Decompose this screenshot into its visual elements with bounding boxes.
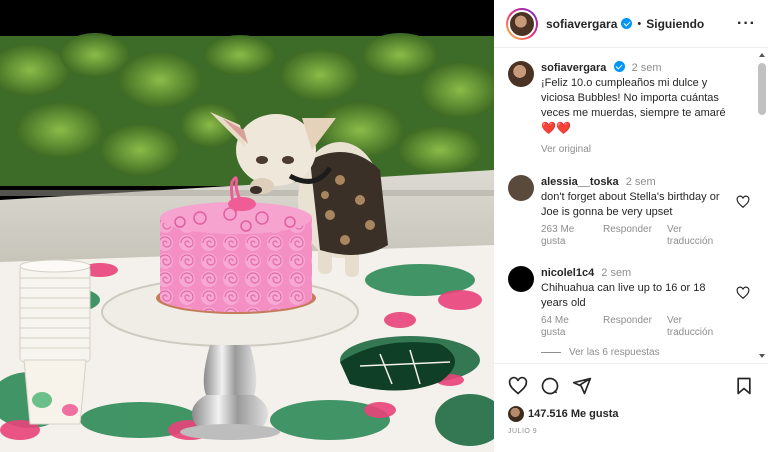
comment-likes-count[interactable]: 64 Me gusta: [541, 315, 585, 339]
scroll-up-arrow-icon[interactable]: [759, 53, 765, 57]
verified-badge-icon: [613, 61, 625, 72]
post-photo[interactable]: [0, 0, 494, 452]
comment-text: don't forget about Stella's birthday or …: [541, 191, 720, 218]
caption-time[interactable]: 2 sem: [632, 62, 662, 74]
likes-count[interactable]: 147.516 Me gusta: [528, 408, 619, 420]
author-username[interactable]: sofiavergara: [546, 17, 617, 31]
comment-likes-count[interactable]: 263 Me gusta: [541, 224, 585, 248]
separator-dot: •: [637, 17, 642, 30]
save-bookmark-icon[interactable]: [734, 376, 754, 396]
comment-item: alessia__toska 2 sem don't forget about …: [508, 175, 756, 248]
verified-badge-icon: [621, 18, 633, 29]
scroll-thumb[interactable]: [758, 63, 766, 115]
comment-text: Chihuahua can live up to 16 or 18 years …: [541, 282, 706, 309]
comment-username[interactable]: alessia__toska: [541, 176, 619, 188]
see-translation-button[interactable]: Ver traducción: [667, 315, 713, 339]
caption-username[interactable]: sofiavergara: [541, 62, 606, 74]
comment-bubble-icon[interactable]: [540, 376, 560, 396]
caption-avatar[interactable]: [508, 61, 534, 87]
author-avatar[interactable]: [506, 7, 538, 40]
see-original-link[interactable]: Ver original: [541, 142, 741, 157]
post-side-panel: sofiavergara • Siguiendo ··· sofiavergar…: [494, 0, 768, 452]
likes-summary[interactable]: 147.516 Me gusta: [508, 406, 754, 422]
comments-scrollbar[interactable]: [756, 49, 768, 362]
share-paper-plane-icon[interactable]: [572, 376, 592, 396]
replies-line: [541, 352, 561, 353]
reply-button[interactable]: Responder: [603, 315, 652, 339]
liker-avatar: [508, 406, 524, 422]
comment-username[interactable]: nicolel1c4: [541, 267, 594, 279]
post-header: sofiavergara • Siguiendo ···: [494, 0, 768, 48]
post-date[interactable]: JULIO 9: [508, 428, 754, 435]
follow-status-button[interactable]: Siguiendo: [646, 17, 704, 31]
caption-text: ¡Feliz 10.o cumpleaños mi dulce y vicios…: [541, 77, 726, 119]
comments-list[interactable]: sofiavergara 2 sem ¡Feliz 10.o cumpleaño…: [494, 49, 756, 362]
caption-hearts: ❤️❤️: [541, 121, 571, 135]
view-replies-button[interactable]: Ver las 6 respuestas: [541, 347, 756, 358]
comment-like-heart-icon[interactable]: [736, 286, 750, 300]
comment-time[interactable]: 2 sem: [626, 176, 656, 188]
comment-time[interactable]: 2 sem: [601, 267, 631, 279]
reply-button[interactable]: Responder: [603, 224, 652, 248]
comment-avatar[interactable]: [508, 266, 534, 292]
comment-avatar[interactable]: [508, 175, 534, 201]
caption-item: sofiavergara 2 sem ¡Feliz 10.o cumpleaño…: [508, 61, 756, 157]
see-translation-button[interactable]: Ver traducción: [667, 224, 713, 248]
comment-item: nicolel1c4 2 sem Chihuahua can live up t…: [508, 266, 756, 339]
post-image: [0, 0, 494, 452]
view-replies-label: Ver las 6 respuestas: [569, 347, 660, 358]
more-horizontal-icon[interactable]: ···: [737, 15, 756, 32]
like-heart-icon[interactable]: [508, 376, 528, 396]
scroll-down-arrow-icon[interactable]: [759, 354, 765, 358]
post-actions: 147.516 Me gusta JULIO 9: [494, 363, 768, 435]
comment-like-heart-icon[interactable]: [736, 195, 750, 209]
